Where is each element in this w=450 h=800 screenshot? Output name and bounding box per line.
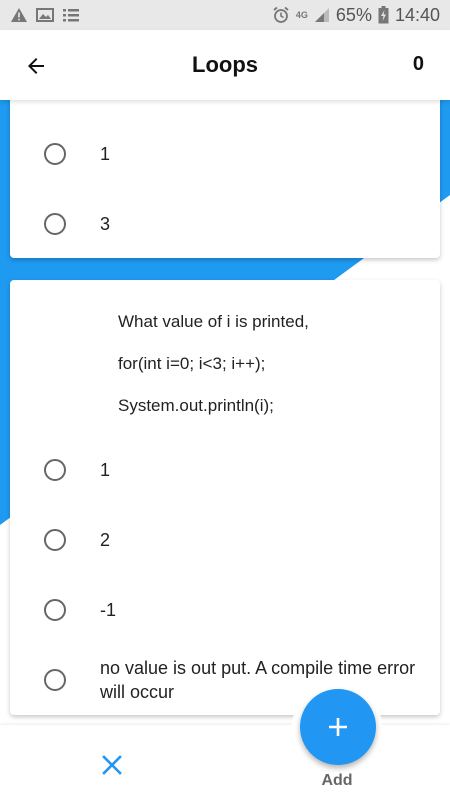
answer-option-label: 3 xyxy=(100,214,111,234)
quiz-content[interactable]: 1 3 What value of i is printed, for(int … xyxy=(0,100,450,725)
add-button[interactable] xyxy=(300,689,376,765)
radio-button[interactable] xyxy=(44,599,66,621)
answer-option[interactable]: -1 xyxy=(10,580,440,640)
cancel-button[interactable] xyxy=(96,749,128,781)
previous-question-card: 1 3 xyxy=(10,100,440,258)
answer-option-label: 1 xyxy=(100,144,111,164)
alarm-icon xyxy=(272,6,290,24)
radio-button[interactable] xyxy=(44,669,66,691)
warning-icon xyxy=(10,7,28,23)
question-text: What value of i is printed, for(int i=0;… xyxy=(118,310,420,436)
answer-option[interactable]: no value is out put. A compile time erro… xyxy=(10,650,440,710)
question-line: What value of i is printed, xyxy=(118,312,309,331)
app-bar: Loops 0 xyxy=(0,30,450,100)
question-card: What value of i is printed, for(int i=0;… xyxy=(10,280,440,715)
status-left xyxy=(10,7,80,23)
status-bar: 4G 65% 14:40 xyxy=(0,0,450,30)
clock-time: 14:40 xyxy=(394,4,440,25)
signal-icon xyxy=(314,7,330,23)
answer-option[interactable]: 1 xyxy=(10,124,440,184)
radio-button[interactable] xyxy=(44,143,66,165)
question-line: System.out.println(i); xyxy=(118,396,274,415)
answer-option-label: -1 xyxy=(100,600,117,620)
score-counter: 0 xyxy=(412,53,424,75)
answer-option-label: 1 xyxy=(100,460,111,480)
list-icon xyxy=(62,7,80,23)
plus-icon xyxy=(329,718,347,736)
add-label: Add xyxy=(321,772,353,789)
image-icon xyxy=(36,7,54,23)
status-right: 4G 65% 14:40 xyxy=(272,5,440,26)
answer-option[interactable]: 3 xyxy=(10,194,440,254)
answer-option-label: no value is out put. A compile time erro… xyxy=(100,658,416,702)
battery-charging-icon xyxy=(378,6,389,24)
bottom-bar: Add xyxy=(0,725,450,800)
back-button[interactable] xyxy=(22,52,50,80)
close-icon xyxy=(102,755,122,775)
battery-percent: 65% xyxy=(335,4,372,25)
radio-button[interactable] xyxy=(44,459,66,481)
page-title: Loops xyxy=(192,52,258,77)
radio-button[interactable] xyxy=(44,529,66,551)
radio-button[interactable] xyxy=(44,213,66,235)
network-type: 4G xyxy=(295,9,308,20)
answer-option[interactable]: 1 xyxy=(10,440,440,500)
arrow-back-icon xyxy=(28,58,44,74)
question-line: for(int i=0; i<3; i++); xyxy=(118,354,266,373)
answer-option[interactable]: 2 xyxy=(10,510,440,570)
answer-option-label: 2 xyxy=(100,530,111,550)
